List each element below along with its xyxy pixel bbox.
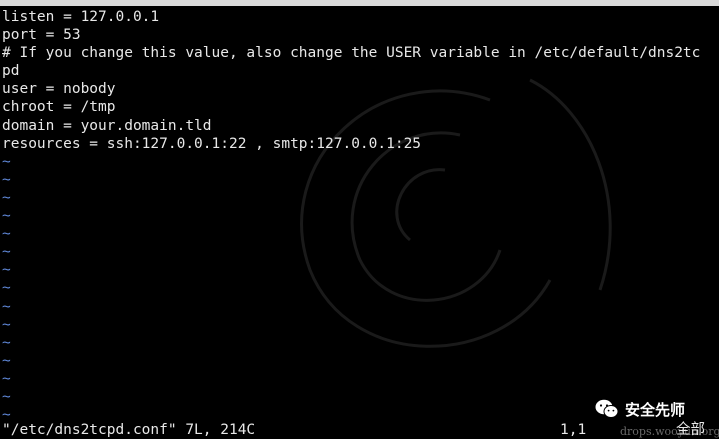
buffer-line: pd — [2, 63, 20, 80]
empty-line-marker: ~ — [2, 298, 11, 315]
window-top-bar — [0, 0, 719, 6]
empty-line-marker: ~ — [2, 153, 11, 170]
wechat-icon — [595, 399, 619, 418]
buffer-line: # If you change this value, also change … — [2, 45, 701, 62]
buffer-line: user = nobody — [2, 81, 116, 98]
scroll-position: 全部 — [676, 422, 705, 438]
wechat-watermark: 安全先师 — [595, 396, 685, 422]
empty-line-marker: ~ — [2, 316, 11, 333]
file-info: "/etc/dns2tcpd.conf" 7L, 214C — [2, 422, 256, 438]
empty-line-marker: ~ — [2, 262, 11, 279]
empty-line-marker: ~ — [2, 352, 11, 369]
buffer-line: listen = 127.0.0.1 — [2, 9, 160, 25]
vim-status-line: "/etc/dns2tcpd.conf" 7L, 214C 1,1 全部 — [0, 421, 719, 439]
cursor-position: 1,1 — [560, 422, 587, 438]
empty-line-marker: ~ — [2, 189, 11, 206]
watermark-text: 安全先师 — [625, 400, 686, 419]
empty-line-marker: ~ — [2, 244, 11, 261]
empty-line-marker: ~ — [2, 226, 11, 243]
empty-line-marker: ~ — [2, 171, 11, 188]
terminal-window: listen = 127.0.0.1 port = 53 # If you ch… — [0, 0, 719, 439]
empty-line-marker: ~ — [2, 370, 11, 387]
buffer-line: resources = ssh:127.0.0.1:22 , smtp:127.… — [2, 135, 422, 152]
editor-buffer[interactable]: listen = 127.0.0.1 port = 53 # If you ch… — [2, 8, 719, 424]
buffer-line: port = 53 — [2, 27, 81, 44]
empty-line-marker: ~ — [2, 334, 11, 351]
buffer-line: chroot = /tmp — [2, 99, 116, 116]
empty-line-marker: ~ — [2, 208, 11, 225]
buffer-line: domain = your.domain.tld — [2, 117, 212, 134]
empty-line-marker: ~ — [2, 280, 11, 297]
